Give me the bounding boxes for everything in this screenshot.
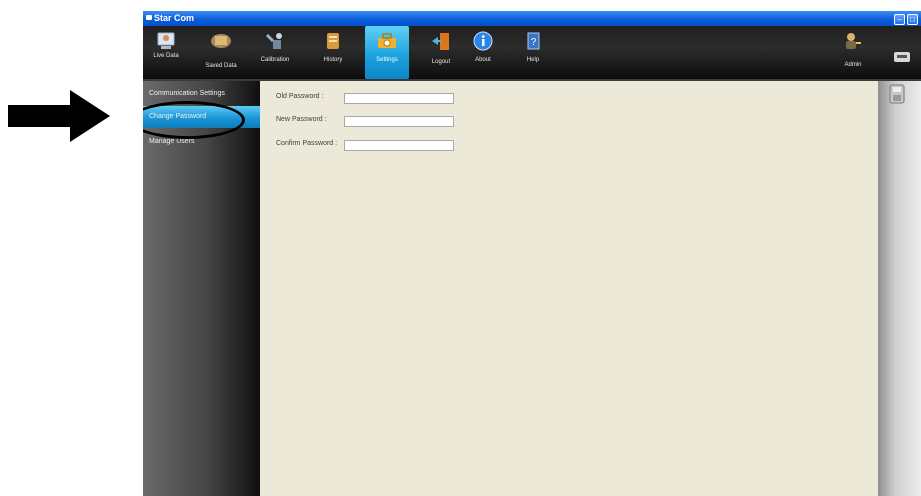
toolbar-live-data[interactable]: Live Data <box>146 26 186 79</box>
user-admin-icon <box>846 33 861 49</box>
calibration-tools-icon <box>266 33 282 49</box>
toolbar-history[interactable]: History <box>313 26 353 79</box>
monitor-icon <box>157 32 175 49</box>
title-bar: Star Com – □ <box>143 11 921 26</box>
toolbar-about[interactable]: About <box>465 26 501 79</box>
toolbar-saved-data[interactable]: Saved Data <box>201 26 241 79</box>
app-icon <box>146 15 152 20</box>
sidebar: Communication Settings Change Password M… <box>143 81 260 496</box>
content-panel: Old Password : New Password : Confirm Pa… <box>260 81 878 496</box>
door-exit-icon <box>432 33 449 50</box>
toolbar-label: About <box>475 57 491 63</box>
confirm-password-label: Confirm Password : <box>276 140 338 147</box>
help-book-icon: ? <box>527 32 540 50</box>
history-scroll-icon <box>327 33 339 49</box>
confirm-password-field[interactable] <box>344 140 454 151</box>
save-disk-icon[interactable] <box>888 83 906 105</box>
main-toolbar: Live Data Saved Data Calibration History… <box>143 26 921 81</box>
toolbar-label: Help <box>526 57 540 63</box>
toolbar-settings[interactable]: Settings <box>365 26 409 79</box>
app-window: Star Com – □ Live Data Saved Data Calibr… <box>143 11 921 496</box>
toolbar-label: Live Data <box>153 53 179 59</box>
window-title: Star Com <box>154 13 195 23</box>
annotation-arrow-icon <box>8 90 110 142</box>
old-password-label: Old Password : <box>276 93 324 100</box>
toolbar-logout[interactable]: Logout <box>421 26 461 79</box>
maximize-button[interactable]: □ <box>907 14 918 25</box>
printer-icon[interactable] <box>891 48 913 68</box>
toolbar-label: Settings <box>376 57 398 63</box>
right-panel <box>878 81 921 496</box>
toolbar-label: Admin <box>844 62 862 68</box>
new-password-label: New Password : <box>276 116 327 123</box>
minimize-button[interactable]: – <box>894 14 905 25</box>
toolbar-label: Saved Data <box>205 63 237 69</box>
info-icon <box>473 31 493 51</box>
old-password-field[interactable] <box>344 93 454 104</box>
toolbar-admin[interactable]: Admin <box>833 26 873 79</box>
toolbox-settings-icon <box>378 33 396 48</box>
toolbar-label: Calibration <box>260 57 290 63</box>
hand-folder-icon <box>211 34 231 48</box>
toolbar-label: Logout <box>431 59 451 65</box>
new-password-field[interactable] <box>344 116 454 127</box>
svg-text:?: ? <box>531 37 537 48</box>
toolbar-calibration[interactable]: Calibration <box>255 26 295 79</box>
toolbar-label: History <box>323 57 343 63</box>
toolbar-help[interactable]: ? Help <box>517 26 549 79</box>
